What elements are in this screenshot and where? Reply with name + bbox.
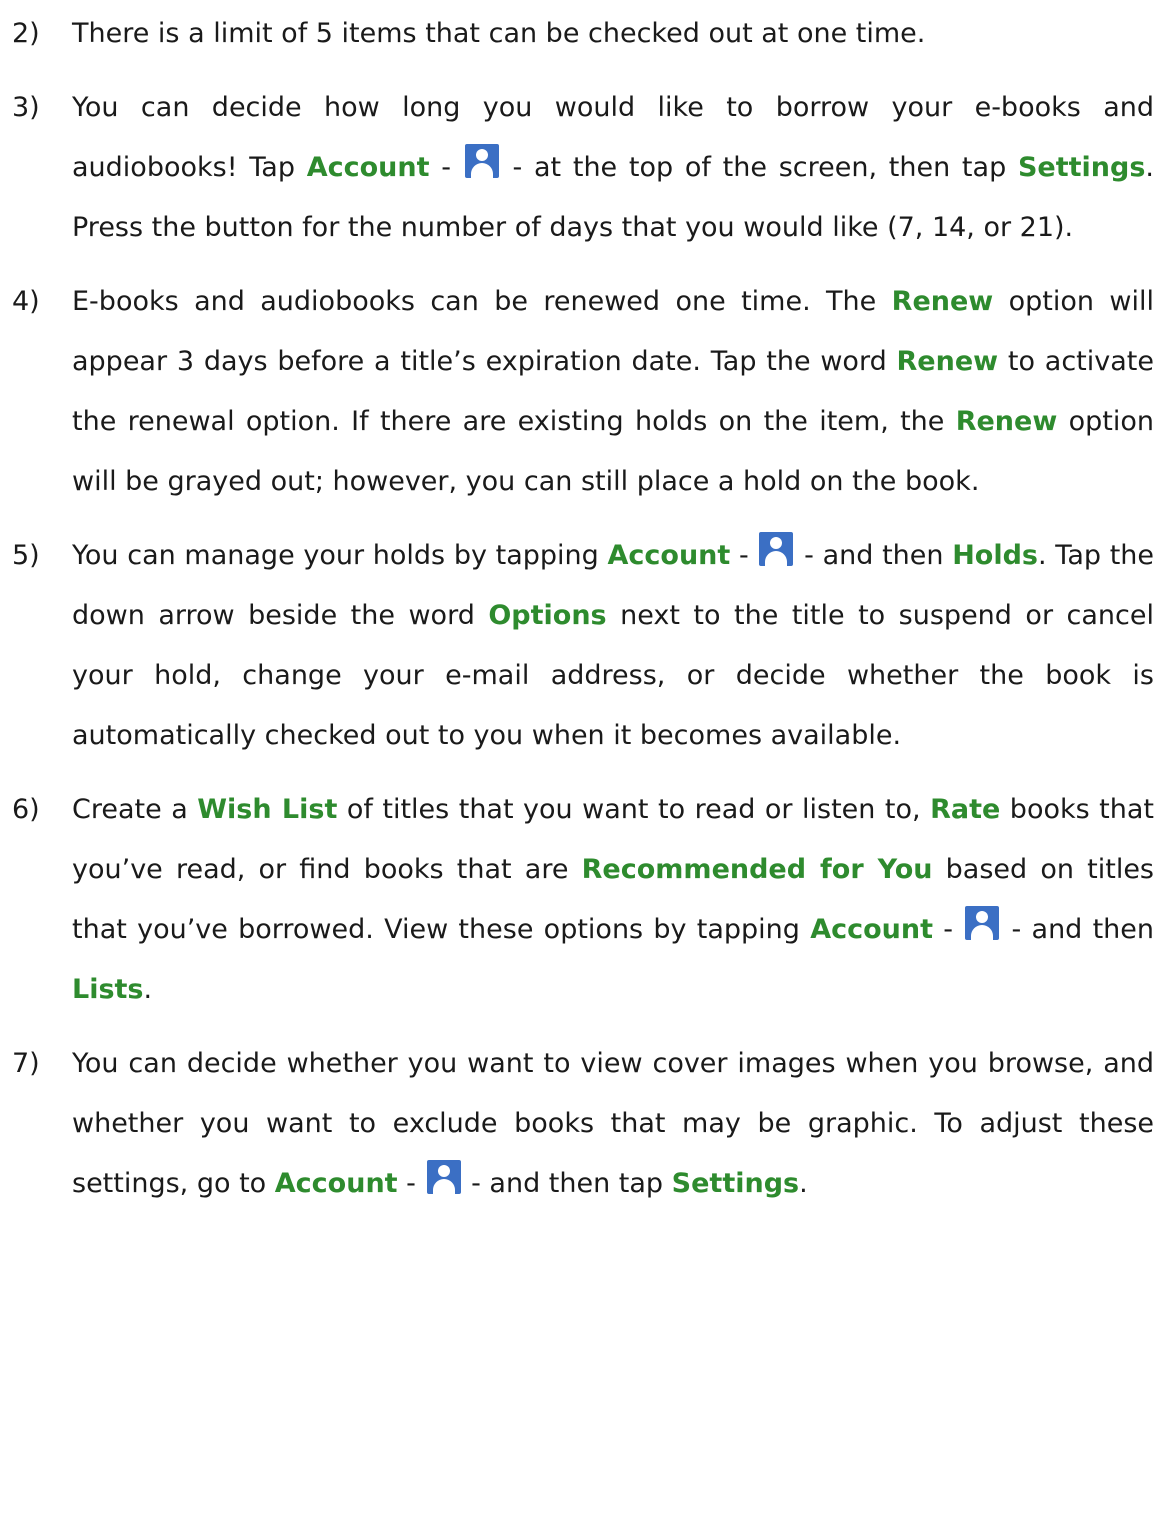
item-number: 3) (12, 92, 40, 123)
item-number: 2) (12, 18, 40, 49)
account-user-icon (464, 144, 499, 178)
instruction-list: 2) There is a limit of 5 items that can … (12, 4, 1154, 1214)
item-text: There is a limit of 5 items that can be … (72, 18, 926, 49)
renew-keyword: Renew (955, 406, 1058, 437)
account-user-icon (426, 1160, 461, 1194)
wish-list-keyword: Wish List (197, 794, 338, 825)
document-page: 2) There is a limit of 5 items that can … (0, 0, 1168, 1535)
item-number: 4) (12, 286, 40, 317)
item-text: . (143, 974, 153, 1005)
list-item-4: 4) E-books and audiobooks can be renewed… (12, 272, 1154, 512)
account-keyword: Account (274, 1168, 398, 1199)
renew-keyword: Renew (896, 346, 999, 377)
item-text: You can manage your holds by tapping (72, 540, 608, 571)
rate-keyword: Rate (930, 794, 1001, 825)
lists-keyword: Lists (72, 974, 144, 1005)
list-item-2: 2) There is a limit of 5 items that can … (12, 4, 1154, 64)
item-text: - and then tap (462, 1168, 672, 1199)
account-user-icon (759, 532, 794, 566)
item-text: - and then (795, 540, 953, 571)
holds-keyword: Holds (952, 540, 1039, 571)
item-text: - (933, 914, 964, 945)
settings-keyword: Settings (1017, 152, 1146, 183)
list-item-5: 5) You can manage your holds by tapping … (12, 526, 1154, 766)
list-item-6: 6) Create a Wish List of titles that you… (12, 780, 1154, 1020)
account-keyword: Account (306, 152, 430, 183)
item-text: - (730, 540, 758, 571)
recommended-keyword: Recommended for You (581, 854, 933, 885)
item-text: - at the top of the screen, then tap (500, 152, 1018, 183)
item-text: - (397, 1168, 425, 1199)
item-text: Create a (72, 794, 198, 825)
settings-keyword: Settings (671, 1168, 800, 1199)
item-number: 5) (12, 540, 40, 571)
item-number: 6) (12, 794, 40, 825)
list-item-7: 7) You can decide whether you want to vi… (12, 1034, 1154, 1214)
account-keyword: Account (810, 914, 933, 945)
item-number: 7) (12, 1048, 40, 1079)
item-text: E-books and audiobooks can be renewed on… (72, 286, 892, 317)
account-keyword: Account (607, 540, 731, 571)
item-text: . (799, 1168, 808, 1199)
item-text: - and then (1001, 914, 1154, 945)
item-text: of titles that you want to read or liste… (337, 794, 931, 825)
list-item-3: 3) You can decide how long you would lik… (12, 78, 1154, 258)
account-user-icon (965, 906, 1000, 940)
options-keyword: Options (488, 600, 607, 631)
renew-keyword: Renew (891, 286, 994, 317)
item-text: - (429, 152, 463, 183)
